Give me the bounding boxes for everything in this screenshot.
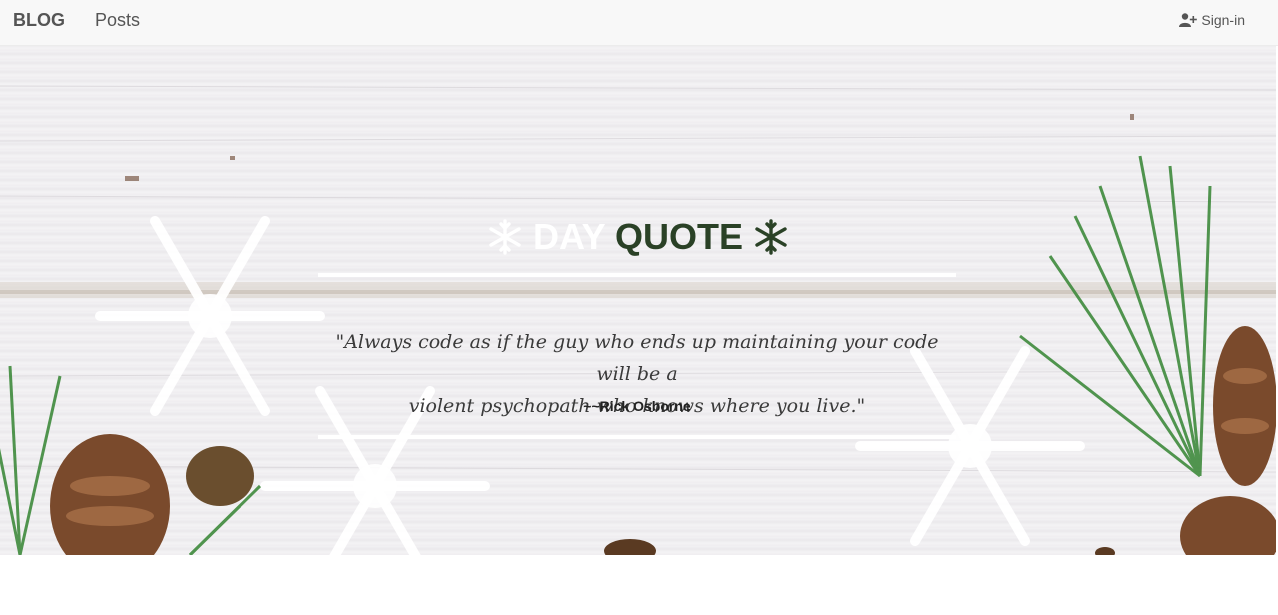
brand-link[interactable]: BLOG xyxy=(13,10,65,31)
user-plus-icon xyxy=(1179,13,1198,27)
title-quote: QUOTE xyxy=(615,216,744,257)
navbar: BLOG Posts Sign-in xyxy=(0,0,1278,46)
divider-top xyxy=(318,273,956,277)
day-quote-title: DAY QUOTE xyxy=(0,216,1276,258)
title-day: DAY xyxy=(532,216,606,257)
hero-banner: DAY QUOTE "Always code as if the guy who… xyxy=(0,46,1276,555)
snowflake-icon xyxy=(489,219,521,255)
nav-link-posts[interactable]: Posts xyxy=(95,10,140,31)
divider-bottom xyxy=(318,435,956,439)
signin-label: Sign-in xyxy=(1201,12,1245,28)
quote-line-1: "Always code as if the guy who ends up m… xyxy=(335,331,939,385)
signin-link[interactable]: Sign-in xyxy=(1179,12,1245,28)
snowflake-icon xyxy=(755,219,787,255)
winter-background-decoration xyxy=(0,85,1276,555)
quote-author: ~~Rick Osborne xyxy=(583,398,691,414)
